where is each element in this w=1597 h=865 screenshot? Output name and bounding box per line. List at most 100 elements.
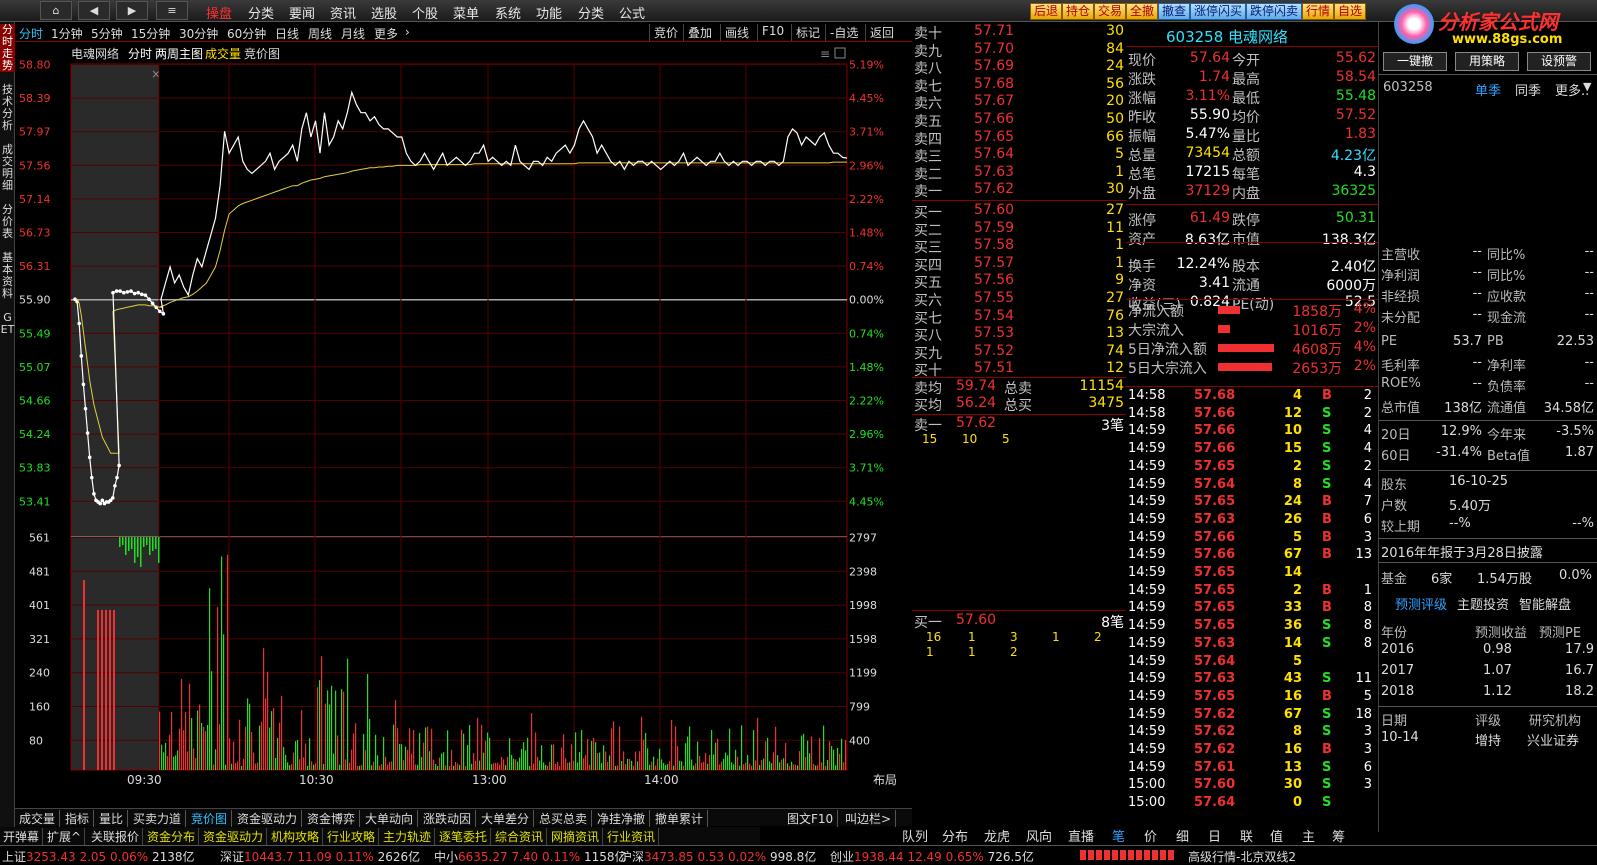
close-icon[interactable]: × (151, 67, 161, 81)
book-price[interactable]: 57.70 (974, 41, 1014, 57)
book-price[interactable]: 57.63 (974, 164, 1014, 180)
layout-label[interactable]: 布局 (873, 773, 897, 787)
info-tab-9[interactable]: 综合资讯 (492, 828, 548, 845)
book-price[interactable]: 57.53 (974, 325, 1014, 341)
book-tab-0[interactable]: 队列 (902, 826, 928, 845)
menu-news[interactable]: 要闻 (289, 3, 315, 22)
book-price[interactable]: 57.65 (974, 129, 1014, 145)
draw-line-button[interactable]: 画线 (720, 24, 753, 41)
chevron-right-icon[interactable]: › (405, 25, 410, 39)
period-day[interactable]: 日线 (275, 25, 299, 42)
book-tab-10[interactable]: 值 (1270, 826, 1283, 845)
period-30m[interactable]: 30分钟 (179, 25, 218, 42)
period-15m[interactable]: 15分钟 (131, 25, 170, 42)
book-tab-2[interactable]: 龙虎 (984, 826, 1010, 845)
book-tab-7[interactable]: 细 (1176, 826, 1189, 845)
menu-stock[interactable]: 个股 (412, 3, 438, 22)
f10-button[interactable]: F10 (757, 24, 788, 41)
retreat-button[interactable]: 后退 (1030, 3, 1063, 20)
book-price[interactable]: 57.69 (974, 58, 1014, 74)
index-quote[interactable]: 上证3253.43 2.05 0.06% 2138亿 (2, 848, 194, 865)
forecast-tab-2[interactable]: 智能解盘 (1519, 594, 1571, 613)
book-price[interactable]: 57.66 (974, 111, 1014, 127)
menu-screen[interactable]: 选股 (371, 3, 397, 22)
book-price[interactable]: 57.54 (974, 308, 1014, 324)
chart-tab-auction[interactable]: 竞价图 (244, 47, 280, 61)
chart-tab-intraday[interactable]: 分时 (128, 47, 152, 61)
tab-intraday[interactable]: 分时走势 (0, 24, 15, 72)
quote-button[interactable]: 行情 (1302, 3, 1335, 20)
menu-menu[interactable]: 菜单 (453, 3, 479, 22)
tab-basic-info[interactable]: 基本资料 (0, 252, 15, 300)
indicator-tab-3[interactable]: 买卖力道 (129, 810, 187, 827)
forward-button[interactable]: ▶ (116, 1, 148, 20)
tab-price-table[interactable]: 分价表 (0, 204, 15, 240)
indicator-tab-4[interactable]: 竞价图 (187, 810, 233, 827)
menu-formula[interactable]: 公式 (619, 3, 645, 22)
book-price[interactable]: 57.64 (974, 146, 1014, 162)
menu-toggle-button[interactable]: ≡ (156, 1, 188, 20)
menu-category-2[interactable]: 分类 (578, 3, 604, 22)
period-60m[interactable]: 60分钟 (227, 25, 266, 42)
sidebar-toggle-tab[interactable]: 叫边栏> (841, 810, 897, 827)
position-button[interactable]: 持仓 (1062, 3, 1095, 20)
one-click-cancel-button[interactable]: 一键撤 (1383, 52, 1447, 71)
menu-category[interactable]: 分类 (248, 3, 274, 22)
book-price[interactable]: 57.58 (974, 237, 1014, 253)
book-price[interactable]: 57.51 (974, 360, 1014, 376)
check-cancel-button[interactable]: 撤查 (1158, 3, 1191, 20)
chart-tab-volume[interactable]: 成交量 (205, 46, 241, 61)
menu-trading[interactable]: 操盘 (206, 3, 232, 22)
book-price[interactable]: 57.55 (974, 290, 1014, 306)
info-tab-10[interactable]: 网摘资讯 (548, 828, 604, 845)
info-tab-7[interactable]: 主力轨迹 (380, 828, 436, 845)
info-tab-0[interactable]: 开弹幕 (0, 828, 44, 845)
period-week[interactable]: 周线 (308, 25, 332, 42)
period-1m[interactable]: 1分钟 (51, 25, 83, 42)
book-price[interactable]: 57.71 (974, 23, 1014, 39)
info-tab-2[interactable]: 关联报价 (88, 828, 144, 845)
book-price[interactable]: 57.67 (974, 93, 1014, 109)
return-button[interactable]: 返回 (865, 24, 898, 41)
watchlist-button[interactable]: 自选 (1334, 3, 1367, 20)
book-tab-12[interactable]: 筹 (1332, 826, 1345, 845)
period-5m[interactable]: 5分钟 (91, 25, 123, 42)
indicator-tab-11[interactable]: 净挂净撤 (593, 810, 651, 827)
menu-system[interactable]: 系统 (495, 3, 521, 22)
mark-button[interactable]: 标记 (791, 24, 824, 41)
trade-button[interactable]: 交易 (1094, 3, 1127, 20)
period-more[interactable]: 更多 (374, 25, 398, 42)
menu-icon[interactable]: ≡ (820, 47, 830, 61)
side-tab-0[interactable]: 单季 (1475, 80, 1501, 99)
book-tab-5[interactable]: 笔 (1112, 826, 1125, 845)
set-alert-button[interactable]: 设预警 (1527, 52, 1591, 71)
tab-technical[interactable]: 技术分析 (0, 84, 15, 132)
book-price[interactable]: 57.56 (974, 272, 1014, 288)
book-tab-3[interactable]: 风向 (1026, 826, 1052, 845)
book-price[interactable]: 57.59 (974, 220, 1014, 236)
indicator-tab-2[interactable]: 量比 (95, 810, 129, 827)
book-price[interactable]: 57.57 (974, 255, 1014, 271)
side-tab-1[interactable]: 同季 (1515, 80, 1541, 99)
indicator-tab-5[interactable]: 资金驱动力 (233, 810, 303, 827)
book-tab-11[interactable]: 主 (1302, 826, 1315, 845)
book-tab-1[interactable]: 分布 (942, 826, 968, 845)
indicator-tab-9[interactable]: 大单差分 (477, 810, 535, 827)
forecast-tab-1[interactable]: 主题投资 (1457, 594, 1509, 613)
chart-tab-two-week[interactable]: 两周主图 (155, 47, 203, 61)
book-price[interactable]: 57.62 (974, 181, 1014, 197)
book-tab-4[interactable]: 直播 (1068, 826, 1094, 845)
indicator-tab-6[interactable]: 资金博弈 (303, 810, 361, 827)
auction-button[interactable]: 竞价 (649, 24, 682, 41)
book-tab-8[interactable]: 日 (1208, 826, 1221, 845)
indicator-tab-7[interactable]: 大单动向 (361, 810, 419, 827)
menu-info[interactable]: 资讯 (330, 3, 356, 22)
f10-text-tab[interactable]: 图文F10 (783, 810, 839, 827)
back-button[interactable]: ◀ (78, 1, 110, 20)
info-tab-3[interactable]: 资金分布 (144, 828, 200, 845)
info-tab-11[interactable]: 行业资讯 (604, 828, 660, 845)
book-price[interactable]: 57.60 (974, 202, 1014, 218)
use-strategy-button[interactable]: 用策略 (1455, 52, 1519, 71)
maximize-icon[interactable] (834, 47, 846, 59)
info-tab-1[interactable]: 扩展^ (44, 828, 86, 845)
